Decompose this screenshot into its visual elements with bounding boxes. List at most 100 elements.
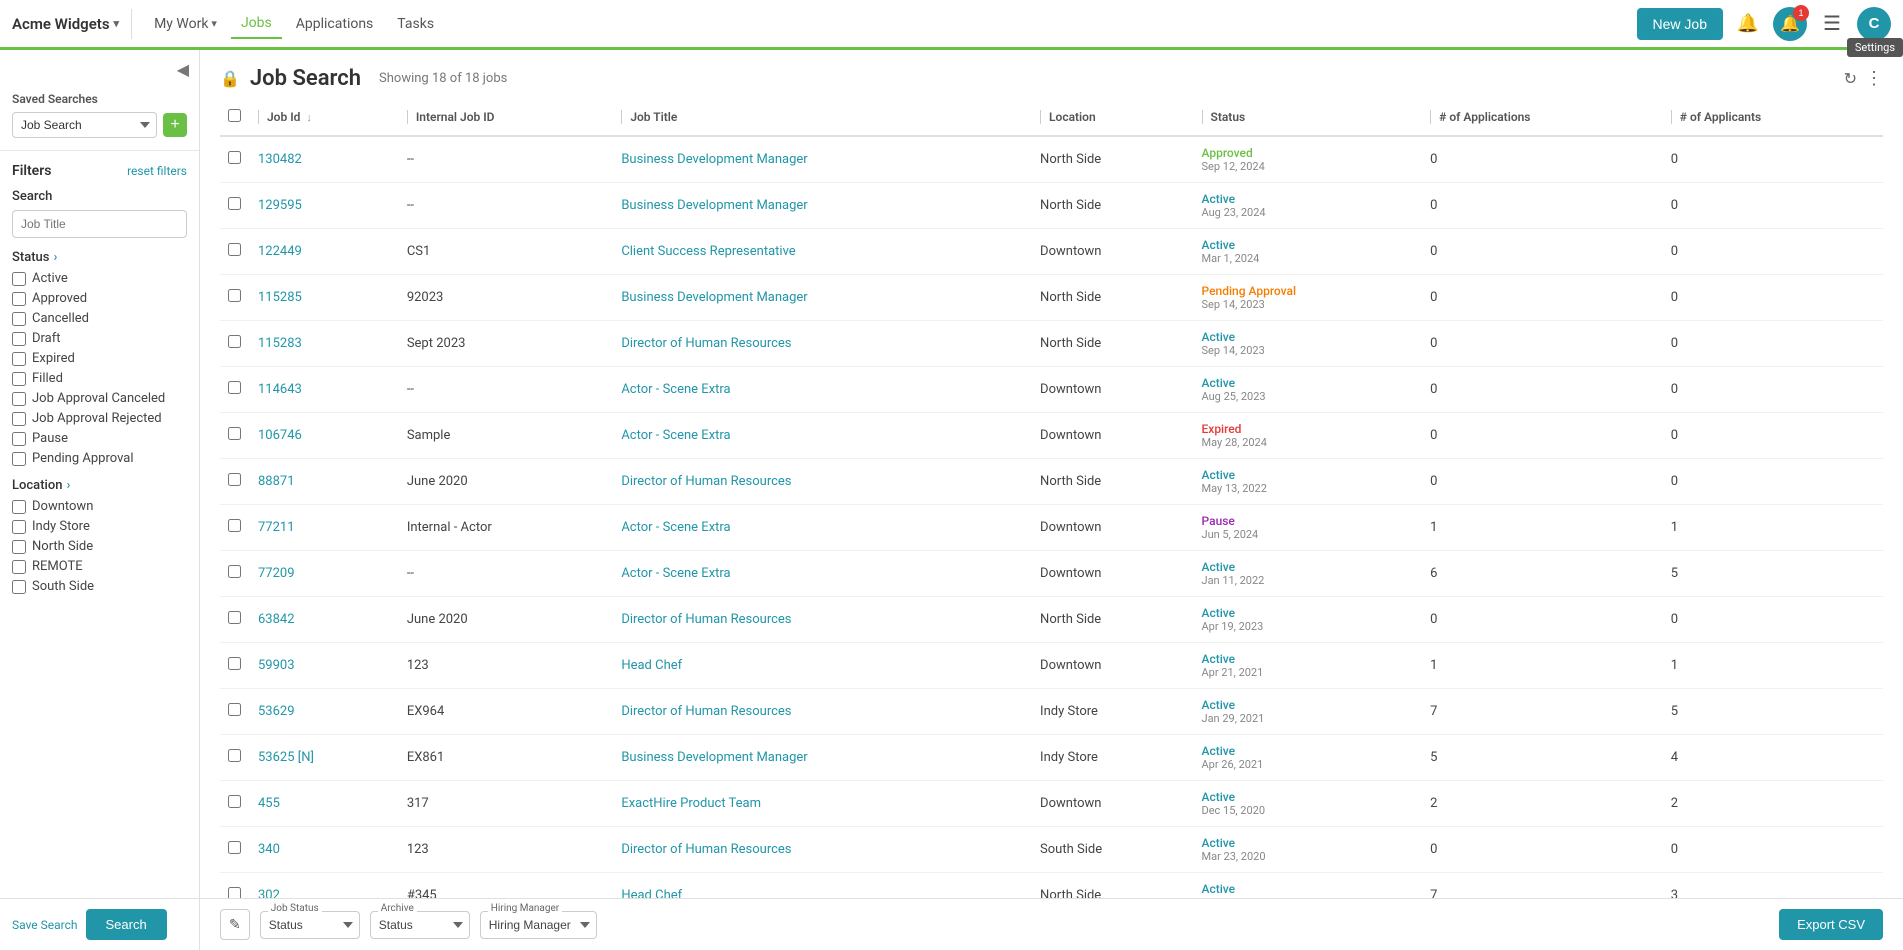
select-all-checkbox[interactable]: [228, 109, 241, 122]
loc-downtown-checkbox[interactable]: [12, 500, 26, 514]
row-checkbox-cell[interactable]: [220, 413, 250, 459]
col-status[interactable]: Status: [1194, 99, 1423, 136]
row-checkbox-cell[interactable]: [220, 827, 250, 873]
row-checkbox[interactable]: [228, 795, 241, 808]
col-job-id[interactable]: Job Id ↓: [250, 99, 399, 136]
row-checkbox-cell[interactable]: [220, 459, 250, 505]
bell-icon-button[interactable]: 🔔: [1731, 7, 1765, 41]
row-checkbox[interactable]: [228, 749, 241, 762]
status-expired-checkbox[interactable]: [12, 352, 26, 366]
col-job-title[interactable]: Job Title: [613, 99, 1032, 136]
row-checkbox[interactable]: [228, 197, 241, 210]
saved-search-select[interactable]: Job Search: [12, 112, 157, 138]
row-checkbox[interactable]: [228, 335, 241, 348]
col-num-applicants[interactable]: # of Applicants: [1663, 99, 1883, 136]
row-checkbox[interactable]: [228, 381, 241, 394]
row-checkbox[interactable]: [228, 519, 241, 532]
status-active-checkbox[interactable]: [12, 272, 26, 286]
row-checkbox[interactable]: [228, 657, 241, 670]
notification-button[interactable]: 🔔 1: [1773, 7, 1807, 41]
row-checkbox-cell[interactable]: [220, 136, 250, 183]
loc-downtown-checkbox-item[interactable]: Downtown: [12, 499, 187, 514]
archive-filter-select[interactable]: Status: [370, 911, 470, 939]
refresh-button[interactable]: ↻: [1844, 69, 1857, 89]
status-filled-checkbox-item[interactable]: Filled: [12, 371, 187, 386]
status-pause-checkbox-item[interactable]: Pause: [12, 431, 187, 446]
row-checkbox[interactable]: [228, 703, 241, 716]
status-filter-label[interactable]: Status ›: [12, 250, 187, 265]
row-checkbox[interactable]: [228, 611, 241, 624]
col-internal-job-id[interactable]: Internal Job ID: [399, 99, 614, 136]
loc-remote-checkbox-item[interactable]: REMOTE: [12, 559, 187, 574]
status-draft-checkbox-item[interactable]: Draft: [12, 331, 187, 346]
search-button[interactable]: Search: [86, 909, 167, 940]
nav-applications[interactable]: Applications: [286, 10, 384, 38]
status-jac-checkbox-item[interactable]: Job Approval Canceled: [12, 391, 187, 406]
menu-button[interactable]: ☰: [1815, 7, 1849, 41]
row-checkbox-cell[interactable]: [220, 367, 250, 413]
row-checkbox-cell[interactable]: [220, 275, 250, 321]
row-checkbox[interactable]: [228, 243, 241, 256]
row-checkbox-cell[interactable]: [220, 229, 250, 275]
status-active-checkbox-item[interactable]: Active: [12, 271, 187, 286]
row-checkbox-cell[interactable]: [220, 689, 250, 735]
collapse-sidebar-button[interactable]: ◀: [177, 60, 189, 80]
loc-indy-checkbox-item[interactable]: Indy Store: [12, 519, 187, 534]
row-checkbox-cell[interactable]: [220, 597, 250, 643]
row-checkbox-cell[interactable]: [220, 735, 250, 781]
row-checkbox-cell[interactable]: [220, 505, 250, 551]
nav-my-work[interactable]: My Work ▾: [144, 10, 227, 38]
row-checkbox[interactable]: [228, 887, 241, 898]
row-checkbox-cell[interactable]: [220, 873, 250, 899]
row-checkbox[interactable]: [228, 289, 241, 302]
row-checkbox-cell[interactable]: [220, 781, 250, 827]
loc-southside-checkbox[interactable]: [12, 580, 26, 594]
loc-northside-checkbox[interactable]: [12, 540, 26, 554]
status-cancelled-checkbox[interactable]: [12, 312, 26, 326]
row-checkbox[interactable]: [228, 427, 241, 440]
loc-remote-checkbox[interactable]: [12, 560, 26, 574]
status-expired-checkbox-item[interactable]: Expired: [12, 351, 187, 366]
row-checkbox-cell[interactable]: [220, 321, 250, 367]
loc-southside-checkbox-item[interactable]: South Side: [12, 579, 187, 594]
edit-button[interactable]: ✎: [220, 909, 250, 940]
loc-northside-checkbox-item[interactable]: North Side: [12, 539, 187, 554]
location-filter-label[interactable]: Location ›: [12, 478, 187, 493]
new-job-button[interactable]: New Job: [1637, 8, 1723, 40]
col-location[interactable]: Location: [1032, 99, 1193, 136]
status-jar-checkbox-item[interactable]: Job Approval Rejected: [12, 411, 187, 426]
status-filled-checkbox[interactable]: [12, 372, 26, 386]
col-num-applications[interactable]: # of Applications: [1422, 99, 1663, 136]
row-checkbox[interactable]: [228, 473, 241, 486]
save-search-link[interactable]: Save Search: [12, 918, 78, 932]
status-pause-checkbox[interactable]: [12, 432, 26, 446]
status-approved-checkbox[interactable]: [12, 292, 26, 306]
status-approved-checkbox-item[interactable]: Approved: [12, 291, 187, 306]
reset-filters-link[interactable]: reset filters: [127, 164, 187, 178]
hiring-manager-filter-select[interactable]: Hiring Manager: [480, 911, 597, 939]
add-saved-search-button[interactable]: +: [163, 113, 187, 137]
nav-jobs[interactable]: Jobs: [231, 9, 282, 39]
nav-tasks[interactable]: Tasks: [387, 10, 444, 38]
brand[interactable]: Acme Widgets ▾: [12, 15, 119, 33]
job-title-search-input[interactable]: [12, 210, 187, 238]
row-checkbox[interactable]: [228, 841, 241, 854]
status-pending-checkbox[interactable]: [12, 452, 26, 466]
export-csv-button[interactable]: Export CSV: [1779, 909, 1883, 940]
row-checkbox[interactable]: [228, 565, 241, 578]
row-checkbox-cell[interactable]: [220, 183, 250, 229]
row-checkbox-cell[interactable]: [220, 551, 250, 597]
select-all-header[interactable]: [220, 99, 250, 136]
row-checkbox-cell[interactable]: [220, 643, 250, 689]
status-draft-checkbox[interactable]: [12, 332, 26, 346]
status-pending-checkbox-item[interactable]: Pending Approval: [12, 451, 187, 466]
job-status-filter-select[interactable]: Status: [260, 911, 360, 939]
status-cancelled-checkbox-item[interactable]: Cancelled: [12, 311, 187, 326]
status-jac-checkbox[interactable]: [12, 392, 26, 406]
more-options-button[interactable]: ⋮: [1865, 68, 1883, 89]
loc-indy-checkbox[interactable]: [12, 520, 26, 534]
avatar-button[interactable]: C: [1857, 7, 1891, 41]
row-applicants: 0: [1663, 275, 1883, 321]
row-checkbox[interactable]: [228, 151, 241, 164]
status-jar-checkbox[interactable]: [12, 412, 26, 426]
